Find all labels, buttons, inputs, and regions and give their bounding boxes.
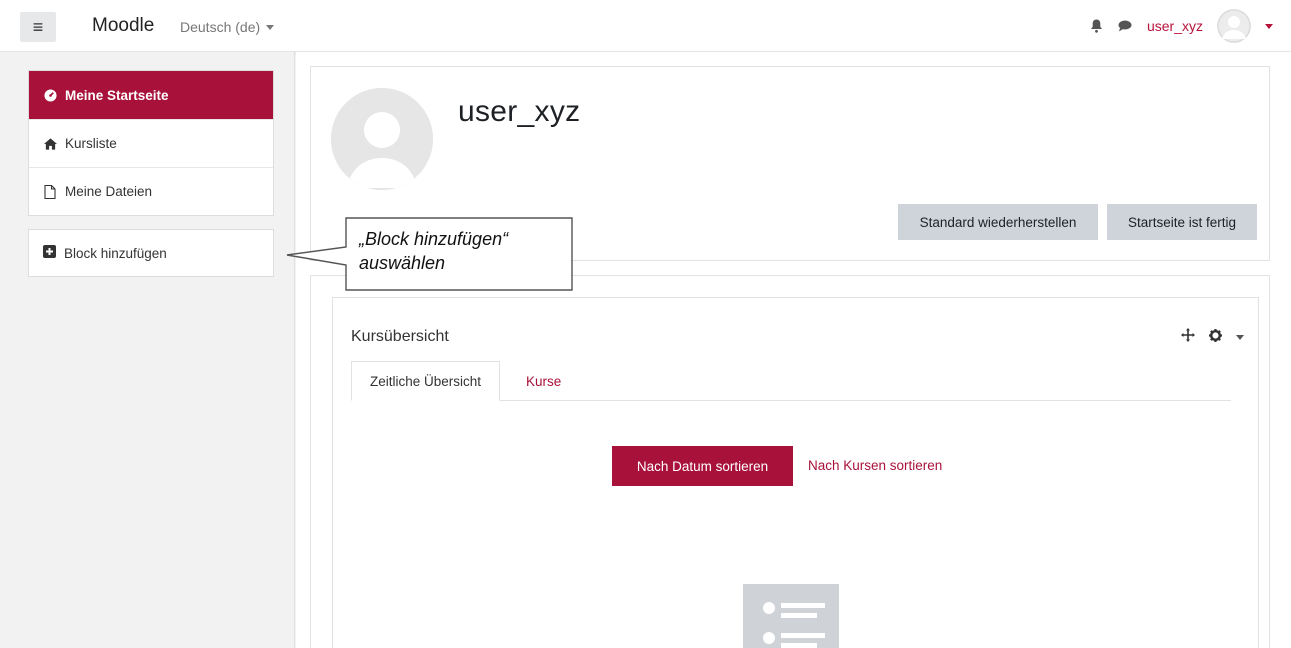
callout-line-1: „Block hinzufügen“ [359, 229, 509, 249]
file-icon [43, 184, 57, 199]
menu-icon: ≡ [32, 16, 44, 37]
gear-icon[interactable] [1209, 328, 1222, 347]
block-region: Kursübersicht Zeitliche Übersicht Kurse … [310, 275, 1270, 648]
user-nav: user_xyz [1085, 8, 1273, 44]
drawer-item-label: Meine Startseite [65, 87, 169, 103]
callout-text: „Block hinzufügen“ auswählen [359, 227, 508, 275]
language-selector[interactable]: Deutsch (de) [180, 19, 275, 35]
add-block-label: Block hinzufügen [64, 245, 167, 261]
sort-by-course-link[interactable]: Nach Kursen sortieren [808, 458, 942, 473]
tab-list: Zeitliche Übersicht Kurse [351, 361, 1231, 401]
stop-editing-button[interactable]: Startseite ist fertig [1107, 204, 1257, 240]
chevron-down-icon [266, 24, 275, 30]
tab-timeline[interactable]: Zeitliche Übersicht [351, 361, 501, 401]
plus-square-icon [43, 245, 56, 261]
instruction-callout: „Block hinzufügen“ auswählen [286, 217, 573, 291]
move-icon[interactable] [1181, 328, 1195, 347]
home-icon [43, 137, 57, 151]
avatar[interactable] [1217, 9, 1251, 43]
sort-by-date-button[interactable]: Nach Datum sortieren [612, 446, 793, 486]
drawer-item-files[interactable]: Meine Dateien [29, 167, 273, 215]
avatar [331, 88, 433, 190]
page-title: user_xyz [458, 95, 581, 128]
chat-icon[interactable] [1113, 14, 1137, 38]
empty-list-icon [743, 584, 839, 648]
drawer-nav-list: Meine Startseite Kursliste Meine Dateien [28, 70, 274, 216]
callout-line-2: auswählen [359, 253, 446, 273]
tab-courses[interactable]: Kurse [526, 361, 561, 401]
top-navbar: ≡ Moodle Deutsch (de) user_xyz [0, 0, 1291, 52]
course-overview-block: Kursübersicht Zeitliche Übersicht Kurse … [332, 297, 1259, 648]
bell-icon[interactable] [1085, 14, 1109, 38]
block-title: Kursübersicht [351, 328, 449, 345]
chevron-down-icon[interactable] [1236, 335, 1244, 340]
drawer-item-label: Meine Dateien [65, 184, 153, 199]
brand-link[interactable]: Moodle [92, 15, 154, 37]
user-menu-name[interactable]: user_xyz [1147, 18, 1203, 34]
chevron-down-icon[interactable] [1265, 23, 1273, 29]
main-region: user_xyz Standard wiederherstellen Start… [296, 52, 1291, 648]
block-controls [1181, 328, 1244, 347]
dashboard-icon [43, 88, 57, 102]
drawer-item-dashboard[interactable]: Meine Startseite [29, 71, 273, 119]
drawer-item-courses[interactable]: Kursliste [29, 119, 273, 167]
language-label: Deutsch (de) [180, 19, 261, 35]
drawer-item-label: Kursliste [65, 136, 117, 151]
nav-drawer: Meine Startseite Kursliste Meine Dateien… [0, 52, 295, 648]
reset-dashboard-button[interactable]: Standard wiederherstellen [898, 204, 1098, 240]
menu-toggle-button[interactable]: ≡ [20, 12, 56, 42]
add-block-button[interactable]: Block hinzufügen [28, 229, 274, 277]
